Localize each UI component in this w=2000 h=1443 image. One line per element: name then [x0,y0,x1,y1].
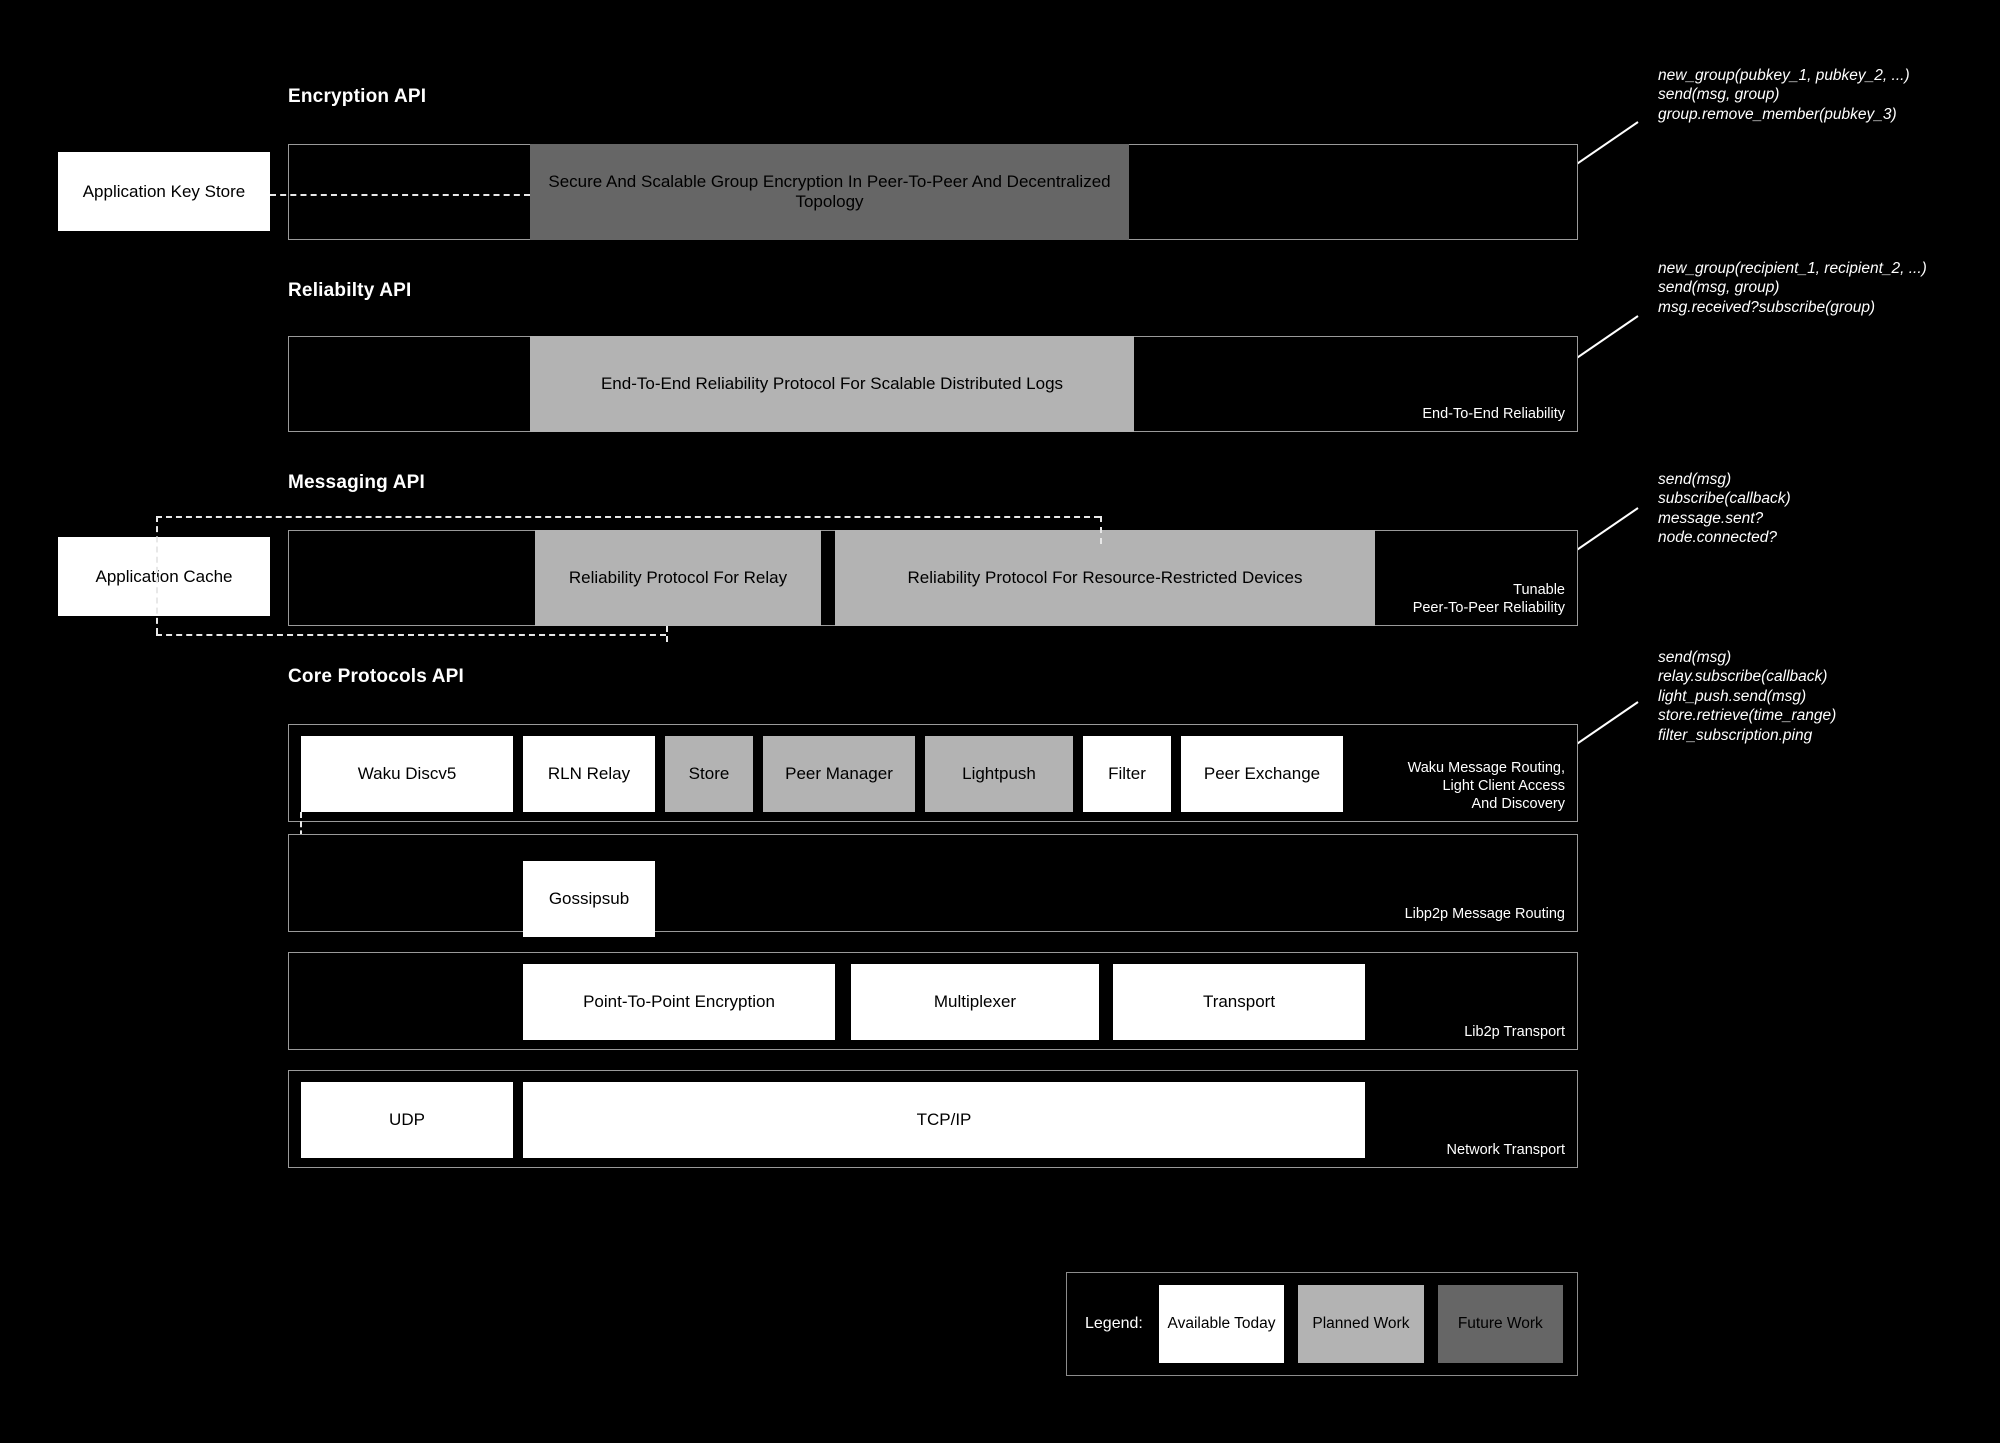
callout-messaging: send(msg) subscribe(callback) message.se… [1658,470,1791,548]
callout-line: store.retrieve(time_range) [1658,707,1837,725]
callout-line: send(msg, group) [1658,279,1780,297]
callout-line: light_push.send(msg) [1658,687,1807,705]
legend-label: Legend: [1085,1315,1143,1332]
tile-secure-group-encryption[interactable]: Secure And Scalable Group Encryption In … [530,144,1129,240]
callout-line: new_group(recipient_1, recipient_2, ...) [1658,260,1927,277]
layer-row-core-protocols: Waku Discv5 RLN Relay Store Peer Manager… [288,724,1578,822]
tile-transport[interactable]: Transport [1113,964,1365,1040]
tile-tcp-ip[interactable]: TCP/IP [523,1082,1365,1158]
callout-line: send(msg) [1658,471,1732,488]
section-header-messaging: Messaging API [288,472,425,494]
tile-end-to-end-reliability-protocol[interactable]: End-To-End Reliability Protocol For Scal… [530,336,1134,432]
callout-line: group.remove_member(pubkey_3) [1658,105,1897,123]
row-label-reliability: End-To-End Reliability [1422,405,1565,422]
legend-swatch-available-today: Available Today [1158,1285,1285,1363]
layer-row-network-transport: UDP TCP/IP Network Transport [288,1070,1578,1168]
side-box-application-key-store[interactable]: Application Key Store [58,152,270,231]
connector-cache-bottom [156,634,666,636]
connector-cache-right-stub [1100,516,1102,544]
legend-swatch-planned-work: Planned Work [1298,1285,1424,1363]
callout-line: msg.received?subscribe(group) [1658,298,1876,316]
layer-row-messaging: Reliability Protocol For Relay Reliabili… [288,530,1578,626]
tile-lightpush[interactable]: Lightpush [925,736,1073,812]
section-title-messaging: Messaging API [288,472,426,493]
section-title-core: Core Protocols API [288,666,465,687]
architecture-diagram: Encryption API new_group(pubkey_1, pubke… [0,0,2000,1443]
callout-line: send(msg, group) [1658,86,1780,104]
tile-store[interactable]: Store [665,736,753,812]
tile-peer-exchange[interactable]: Peer Exchange [1181,736,1343,812]
layer-row-libp2p-transport: Point-To-Point Encryption Multiplexer Tr… [288,952,1578,1050]
callout-line: relay.subscribe(callback) [1658,668,1828,686]
legend-swatch-future-work: Future Work [1437,1285,1564,1363]
side-box-application-cache[interactable]: Application Cache [58,537,270,616]
row-label-core-protocols: Waku Message Routing, Light Client Acces… [1407,759,1565,812]
callout-line: subscribe(callback) [1658,490,1791,508]
callout-line: node.connected? [1658,529,1777,547]
layer-row-reliability: End-To-End Reliability Protocol For Scal… [288,336,1578,432]
callout-core: send(msg) relay.subscribe(callback) ligh… [1658,648,1836,745]
tile-peer-manager[interactable]: Peer Manager [763,736,915,812]
section-header-reliability: Reliabilty API [288,280,412,302]
callout-line: filter_subscription.ping [1658,726,1813,744]
connector-cache-bottom-stub [666,626,668,642]
layer-row-encryption: Secure And Scalable Group Encryption In … [288,144,1578,240]
callout-line: message.sent? [1658,509,1764,527]
tile-point-to-point-encryption[interactable]: Point-To-Point Encryption [523,964,835,1040]
tile-rln-relay[interactable]: RLN Relay [523,736,655,812]
tile-gossipsub[interactable]: Gossipsub [523,861,655,937]
legend: Legend: Available Today Planned Work Fut… [1066,1272,1578,1376]
callout-reliability: new_group(recipient_1, recipient_2, ...)… [1658,259,1927,317]
connector-cache-top [156,516,1100,518]
section-title-encryption: Encryption API [288,86,427,107]
callout-encryption: new_group(pubkey_1, pubkey_2, ...) send(… [1658,66,1910,124]
row-label-libp2p-transport: Lib2p Transport [1464,1023,1565,1040]
connector-keystore-to-encryption [270,194,530,196]
tile-reliability-protocol-relay[interactable]: Reliability Protocol For Relay [535,530,821,626]
section-header-core: Core Protocols API [288,666,464,688]
tile-multiplexer[interactable]: Multiplexer [851,964,1099,1040]
tile-udp[interactable]: UDP [301,1082,513,1158]
section-title-reliability: Reliabilty API [288,280,412,301]
row-label-libp2p-routing: Libp2p Message Routing [1404,905,1565,922]
section-header-encryption: Encryption API [288,86,426,108]
row-label-network-transport: Network Transport [1446,1141,1565,1158]
tile-waku-discv5[interactable]: Waku Discv5 [301,736,513,812]
layer-row-libp2p-routing: Gossipsub Libp2p Message Routing [288,834,1578,937]
tile-filter[interactable]: Filter [1083,736,1171,812]
callout-line: new_group(pubkey_1, pubkey_2, ...) [1658,67,1910,84]
tile-reliability-protocol-restricted-devices[interactable]: Reliability Protocol For Resource-Restri… [835,530,1375,626]
connector-cache-left [156,516,158,634]
callout-line: send(msg) [1658,649,1732,666]
row-label-messaging: Tunable Peer-To-Peer Reliability [1412,581,1565,616]
